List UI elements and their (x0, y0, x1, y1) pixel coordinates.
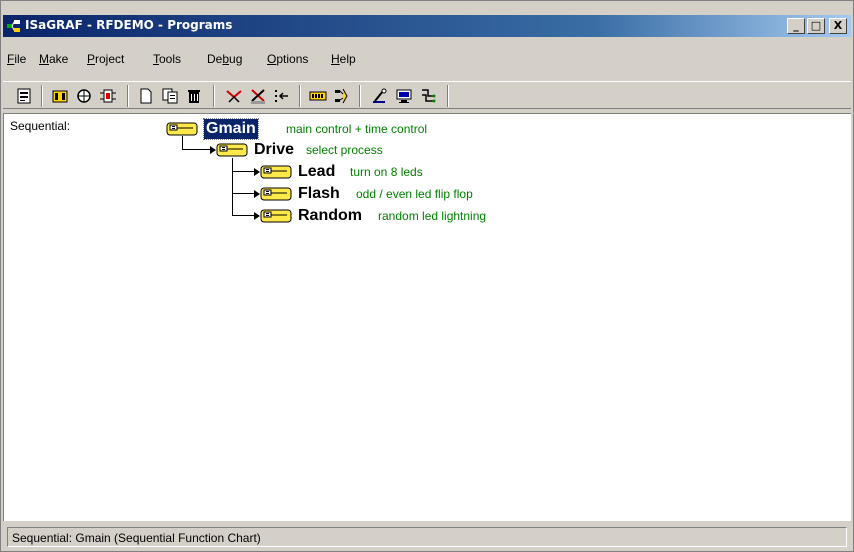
simulate-button[interactable] (331, 85, 353, 107)
program-description: main control + time control (286, 122, 428, 136)
menu-label: Tools (153, 52, 182, 66)
status-text: Sequential: Gmain (Sequential Function C… (12, 531, 261, 545)
copy-button[interactable] (159, 85, 181, 107)
compile-icon (226, 90, 242, 103)
compile-button[interactable] (223, 85, 245, 107)
title-bar[interactable]: ISaGRAF - RFDEMO - Programs _ □ X (3, 15, 851, 37)
simulate-icon (335, 88, 348, 104)
programs-panel: Sequential: Gmain main control + time co… (3, 113, 851, 521)
menu-label: Options (267, 52, 309, 66)
toolbar-separator (213, 85, 215, 107)
properties-button[interactable] (13, 85, 35, 107)
step-button[interactable] (271, 85, 293, 107)
program-description: select process (306, 143, 383, 157)
properties-icon (17, 88, 31, 104)
io-board-button[interactable] (307, 85, 329, 107)
new-program-icon (140, 88, 152, 104)
menu-tools[interactable]: Tools (153, 52, 181, 66)
connect-button[interactable] (417, 85, 439, 107)
menu-help[interactable]: Help (331, 52, 356, 66)
toolbar-separator (299, 85, 301, 107)
tree-connector (182, 136, 212, 150)
status-bar: Sequential: Gmain (Sequential Function C… (3, 525, 851, 549)
isagraf-app-icon (7, 20, 20, 32)
program-name: Lead (298, 163, 336, 180)
isagraf-window: ISaGRAF - RFDEMO - Programs _ □ X File M… (0, 0, 854, 552)
program-icon (260, 187, 292, 201)
menu-label: Debug (207, 52, 243, 66)
menu-label: Help (331, 52, 356, 66)
io-board-icon (309, 91, 327, 101)
toolbar-separator (359, 85, 361, 107)
menu-label: File (7, 52, 27, 66)
close-button[interactable]: X (829, 18, 847, 34)
debug-icon (373, 88, 387, 103)
verify-icon (251, 89, 265, 104)
dictionary-icon (52, 90, 68, 103)
menu-options[interactable]: Options (267, 52, 308, 66)
tree-connector (232, 194, 256, 216)
toolbar-separator (447, 85, 449, 107)
dictionary-button[interactable] (49, 85, 71, 107)
program-description: odd / even led flip flop (356, 187, 473, 201)
target-button[interactable] (393, 85, 415, 107)
program-name: Flash (298, 185, 340, 202)
io-connection-button[interactable] (97, 85, 119, 107)
minimize-button[interactable]: _ (787, 18, 805, 34)
menu-bar: File Make Project Tools Debug Options He… (3, 49, 851, 69)
toolbar (3, 81, 851, 109)
program-description: turn on 8 leds (350, 165, 423, 179)
new-program-button[interactable] (135, 85, 157, 107)
delete-icon (188, 90, 200, 103)
program-icon (166, 122, 198, 136)
program-name: Gmain (203, 118, 259, 140)
status-panel: Sequential: Gmain (Sequential Function C… (7, 527, 847, 547)
tree-connector (232, 172, 256, 194)
verify-button[interactable] (247, 85, 269, 107)
program-icon (260, 165, 292, 179)
io-connection-icon (100, 89, 116, 103)
target-icon (396, 89, 412, 103)
delete-button[interactable] (183, 85, 205, 107)
program-name: Random (298, 207, 362, 224)
tree-connector (232, 158, 256, 172)
step-icon (275, 90, 288, 102)
menu-label: Make (39, 52, 69, 66)
maximize-button[interactable]: □ (807, 18, 825, 34)
menu-project[interactable]: Project (87, 52, 124, 66)
section-label: Sequential: (10, 119, 71, 133)
copy-icon (162, 88, 178, 104)
toolbar-separator (41, 85, 43, 107)
toolbar-separator (127, 85, 129, 107)
menu-file[interactable]: File (7, 52, 26, 66)
link-icon (77, 89, 91, 103)
menu-debug[interactable]: Debug (207, 52, 242, 66)
menu-label: Project (87, 52, 125, 66)
connect-icon (422, 89, 436, 103)
program-name: Drive (254, 141, 295, 158)
program-icon (260, 209, 292, 223)
menu-make[interactable]: Make (39, 52, 68, 66)
debug-button[interactable] (369, 85, 391, 107)
program-icon (216, 143, 248, 157)
program-description: random led lightning (378, 209, 487, 223)
link-button[interactable] (73, 85, 95, 107)
window-title: ISaGRAF - RFDEMO - Programs (25, 18, 233, 32)
